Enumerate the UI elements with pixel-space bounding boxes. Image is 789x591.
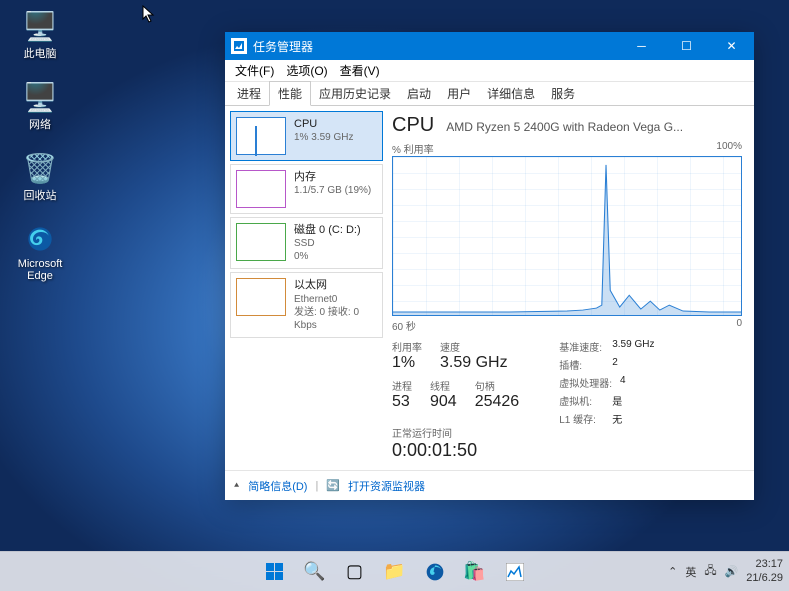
- stat-utilization: 1%: [392, 354, 422, 372]
- stat-threads: 904: [430, 393, 457, 411]
- tab-performance[interactable]: 性能: [269, 81, 311, 106]
- sidebar-item-ethernet[interactable]: 以太网Ethernet0发送: 0 接收: 0 Kbps: [230, 272, 383, 337]
- cpu-model: AMD Ryzen 5 2400G with Radeon Vega G...: [446, 120, 683, 134]
- tab-users[interactable]: 用户: [439, 82, 479, 105]
- minimize-button[interactable]: ─: [619, 32, 664, 60]
- main-panel: CPU AMD Ryzen 5 2400G with Radeon Vega G…: [388, 106, 754, 470]
- start-button[interactable]: [257, 554, 293, 590]
- stat-l1-cache: 无: [612, 411, 622, 426]
- stat-virtualization: 是: [612, 393, 622, 408]
- volume-icon[interactable]: 🔊: [725, 565, 739, 578]
- app-icon: [231, 38, 247, 54]
- taskbar: 🔍 ▢ 📁 🛍️ ⌃ 英 🖧 🔊 23:17 21/6.29: [0, 551, 789, 591]
- tab-details[interactable]: 详细信息: [479, 82, 543, 105]
- open-resmon-link[interactable]: 打开资源监视器: [348, 478, 425, 494]
- task-manager-button[interactable]: [497, 554, 533, 590]
- stat-speed: 3.59 GHz: [440, 354, 508, 372]
- window-title: 任务管理器: [253, 38, 619, 55]
- edge-button[interactable]: [417, 554, 453, 590]
- tab-app-history[interactable]: 应用历史记录: [311, 82, 399, 105]
- desktop-icon-recycle-bin[interactable]: 🗑️ 回收站: [10, 152, 70, 203]
- ime-indicator[interactable]: 英: [685, 564, 696, 580]
- chevron-up-icon: ⯅: [233, 480, 240, 491]
- network-icon: 🖥️: [24, 81, 56, 113]
- resource-sidebar: CPU1% 3.59 GHz 内存1.1/5.7 GB (19%) 磁盘 0 (…: [225, 106, 388, 470]
- tray-chevron-up-icon[interactable]: ⌃: [668, 565, 677, 578]
- fewer-details-link[interactable]: 简略信息(D): [248, 478, 307, 494]
- memory-thumb: [236, 170, 286, 208]
- menu-view[interactable]: 查看(V): [334, 60, 386, 81]
- stat-sockets: 2: [612, 357, 618, 372]
- stat-processes: 53: [392, 393, 412, 411]
- desktop-icon-this-pc[interactable]: 🖥️ 此电脑: [10, 10, 70, 61]
- stat-logical-processors: 4: [620, 375, 626, 390]
- sidebar-item-cpu[interactable]: CPU1% 3.59 GHz: [230, 111, 383, 161]
- recycle-icon: 🗑️: [24, 152, 56, 184]
- stat-uptime: 0:00:01:50: [392, 440, 519, 461]
- tab-startup[interactable]: 启动: [399, 82, 439, 105]
- store-button[interactable]: 🛍️: [457, 554, 493, 590]
- menu-file[interactable]: 文件(F): [229, 60, 280, 81]
- menu-bar: 文件(F) 选项(O) 查看(V): [225, 60, 754, 82]
- desktop-icon-edge[interactable]: Microsoft Edge: [10, 223, 70, 282]
- explorer-button[interactable]: 📁: [377, 554, 413, 590]
- window-bottom-bar: ⯅ 简略信息(D) | 🔄 打开资源监视器: [225, 470, 754, 500]
- sidebar-item-disk[interactable]: 磁盘 0 (C: D:)SSD0%: [230, 217, 383, 269]
- tab-services[interactable]: 服务: [543, 82, 583, 105]
- task-manager-window: 任务管理器 ─ ☐ ✕ 文件(F) 选项(O) 查看(V) 进程 性能 应用历史…: [225, 32, 754, 500]
- stat-base-speed: 3.59 GHz: [612, 339, 654, 354]
- resmon-icon: 🔄: [326, 479, 340, 492]
- resource-title: CPU: [392, 114, 434, 137]
- sidebar-item-memory[interactable]: 内存1.1/5.7 GB (19%): [230, 164, 383, 214]
- window-titlebar[interactable]: 任务管理器 ─ ☐ ✕: [225, 32, 754, 60]
- clock[interactable]: 23:17 21/6.29: [746, 558, 783, 584]
- tab-processes[interactable]: 进程: [229, 82, 269, 105]
- maximize-button[interactable]: ☐: [664, 32, 709, 60]
- stat-handles: 25426: [475, 393, 520, 411]
- desktop-icon-network[interactable]: 🖥️ 网络: [10, 81, 70, 132]
- network-thumb: [236, 278, 286, 316]
- close-button[interactable]: ✕: [709, 32, 754, 60]
- tab-bar: 进程 性能 应用历史记录 启动 用户 详细信息 服务: [225, 82, 754, 106]
- pc-icon: 🖥️: [24, 10, 56, 42]
- cpu-chart[interactable]: [392, 156, 742, 316]
- menu-options[interactable]: 选项(O): [280, 60, 333, 81]
- edge-icon: [24, 223, 56, 255]
- disk-thumb: [236, 223, 286, 261]
- search-button[interactable]: 🔍: [297, 554, 333, 590]
- cpu-thumb: [236, 117, 286, 155]
- network-tray-icon[interactable]: 🖧: [704, 562, 716, 581]
- task-view-button[interactable]: ▢: [337, 554, 373, 590]
